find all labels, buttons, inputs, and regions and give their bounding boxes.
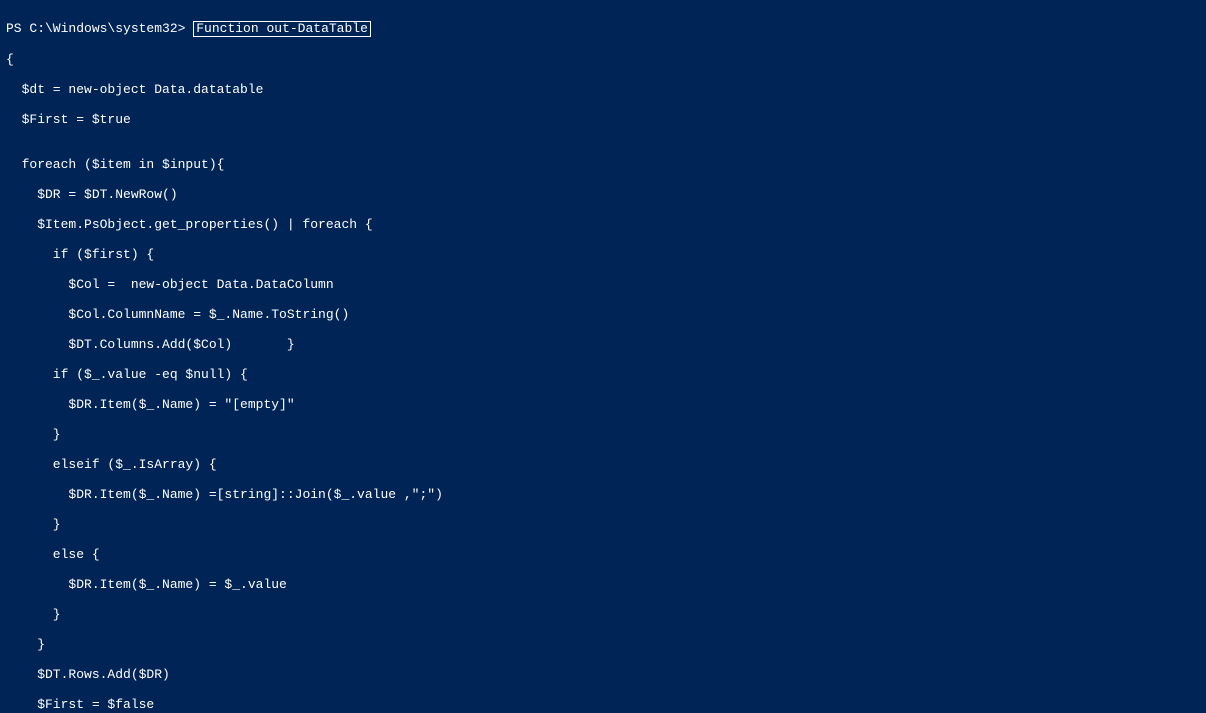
code-line: $DR.Item($_.Name) = $_.value (6, 577, 1200, 592)
code-line: $Col.ColumnName = $_.Name.ToString() (6, 307, 1200, 322)
code-line: } (6, 607, 1200, 622)
code-line: $DR = $DT.NewRow() (6, 187, 1200, 202)
code-line: $DR.Item($_.Name) =[string]::Join($_.val… (6, 487, 1200, 502)
code-line: $First = $true (6, 112, 1200, 127)
code-line: elseif ($_.IsArray) { (6, 457, 1200, 472)
code-line: $DT.Rows.Add($DR) (6, 667, 1200, 682)
code-line: $First = $false (6, 697, 1200, 712)
prompt-line: PS C:\Windows\system32> Function out-Dat… (6, 21, 1200, 37)
code-line: $DR.Item($_.Name) = "[empty]" (6, 397, 1200, 412)
powershell-terminal[interactable]: PS C:\Windows\system32> Function out-Dat… (0, 0, 1206, 713)
code-line: else { (6, 547, 1200, 562)
code-line: } (6, 427, 1200, 442)
code-line: $Item.PsObject.get_properties() | foreac… (6, 217, 1200, 232)
code-line: $DT.Columns.Add($Col) } (6, 337, 1200, 352)
code-line: $Col = new-object Data.DataColumn (6, 277, 1200, 292)
code-line: } (6, 637, 1200, 652)
highlight-function-decl: Function out-DataTable (193, 21, 371, 37)
code-line: if ($_.value -eq $null) { (6, 367, 1200, 382)
code-line: { (6, 52, 1200, 67)
code-line: $dt = new-object Data.datatable (6, 82, 1200, 97)
code-line: if ($first) { (6, 247, 1200, 262)
prompt: PS C:\Windows\system32> (6, 21, 185, 36)
code-line: } (6, 517, 1200, 532)
code-line: foreach ($item in $input){ (6, 157, 1200, 172)
